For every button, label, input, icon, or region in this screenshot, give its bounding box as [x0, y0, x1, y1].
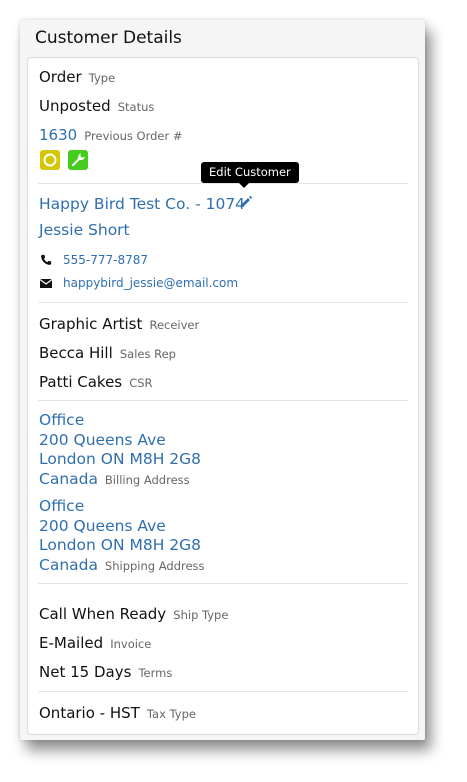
- shipping-line3: London ON M8H 2G8: [39, 536, 202, 554]
- circle-status-button[interactable]: [40, 150, 60, 170]
- phone-row: 555-777-8787: [39, 253, 239, 269]
- terms-row: Net 15 Days Terms: [39, 662, 172, 681]
- divider: [38, 302, 408, 303]
- panel-title: Customer Details: [35, 28, 182, 48]
- company-row: Happy Bird Test Co. - 1074: [39, 194, 245, 213]
- csr-row: Patti Cakes CSR: [39, 372, 153, 391]
- sales-rep-row: Becca Hill Sales Rep: [39, 343, 176, 362]
- ship-type-row: Call When Ready Ship Type: [39, 604, 228, 623]
- order-type-value: Order: [39, 68, 82, 86]
- terms-value: Net 15 Days: [39, 663, 132, 681]
- customer-details-card: Order Type Unposted Status 1630 Previous…: [27, 57, 419, 735]
- invoice-label: Invoice: [110, 637, 152, 651]
- tax-type-label: Tax Type: [146, 707, 196, 721]
- shipping-country: Canada: [39, 555, 98, 574]
- status-row: Unposted Status: [39, 96, 154, 115]
- contact-name-row: Jessie Short: [39, 220, 130, 239]
- company-link[interactable]: Happy Bird Test Co. - 1074: [39, 195, 245, 213]
- sales-rep-value: Becca Hill: [39, 344, 113, 362]
- invoice-value: E-Mailed: [39, 634, 104, 652]
- edit-customer-tooltip: Edit Customer: [201, 162, 299, 188]
- billing-country: Canada: [39, 469, 98, 488]
- envelope-icon: [39, 279, 53, 288]
- previous-order-link[interactable]: 1630: [39, 126, 77, 144]
- circle-icon: [43, 153, 57, 167]
- shipping-address[interactable]: Office 200 Queens Ave London ON M8H 2G8 …: [39, 497, 205, 576]
- billing-address-label: Billing Address: [104, 472, 190, 487]
- contact-name-link[interactable]: Jessie Short: [39, 221, 130, 239]
- wrench-icon: [71, 153, 85, 167]
- sales-rep-label: Sales Rep: [119, 347, 176, 361]
- billing-line1: Office: [39, 411, 85, 429]
- customer-details-panel: Customer Details Order Type Unposted Sta…: [20, 20, 425, 740]
- ship-type-value: Call When Ready: [39, 605, 167, 623]
- shipping-line1: Office: [39, 497, 85, 515]
- divider: [38, 400, 408, 401]
- previous-order-label: Previous Order #: [84, 129, 183, 143]
- csr-label: CSR: [129, 376, 153, 390]
- phone-link[interactable]: 555-777-8787: [63, 253, 148, 267]
- receiver-value: Graphic Artist: [39, 315, 143, 333]
- receiver-row: Graphic Artist Receiver: [39, 314, 199, 333]
- wrench-button[interactable]: [68, 150, 88, 170]
- billing-line2: 200 Queens Ave: [39, 430, 166, 449]
- pencil-icon[interactable]: [239, 195, 253, 209]
- billing-line3: London ON M8H 2G8: [39, 450, 202, 468]
- receiver-label: Receiver: [149, 318, 200, 332]
- order-type-label: Type: [88, 71, 116, 85]
- status-value: Unposted: [39, 97, 111, 115]
- divider: [38, 691, 408, 692]
- divider: [38, 183, 408, 184]
- billing-address[interactable]: Office 200 Queens Ave London ON M8H 2G8 …: [39, 411, 201, 490]
- order-type-row: Order Type: [39, 67, 115, 86]
- csr-value: Patti Cakes: [39, 373, 123, 391]
- shipping-line2: 200 Queens Ave: [39, 516, 166, 535]
- ship-type-label: Ship Type: [173, 608, 229, 622]
- shipping-address-label: Shipping Address: [104, 558, 205, 573]
- tax-type-value: Ontario - HST: [39, 704, 140, 722]
- divider: [38, 583, 408, 584]
- tax-type-row: Ontario - HST Tax Type: [39, 703, 196, 722]
- previous-order-row: 1630 Previous Order #: [39, 125, 183, 144]
- terms-label: Terms: [138, 666, 173, 680]
- invoice-row: E-Mailed Invoice: [39, 633, 151, 652]
- email-row: happybird_jessie@email.com: [39, 276, 259, 292]
- email-link[interactable]: happybird_jessie@email.com: [63, 276, 238, 290]
- phone-icon: [41, 254, 52, 265]
- status-label: Status: [117, 100, 155, 114]
